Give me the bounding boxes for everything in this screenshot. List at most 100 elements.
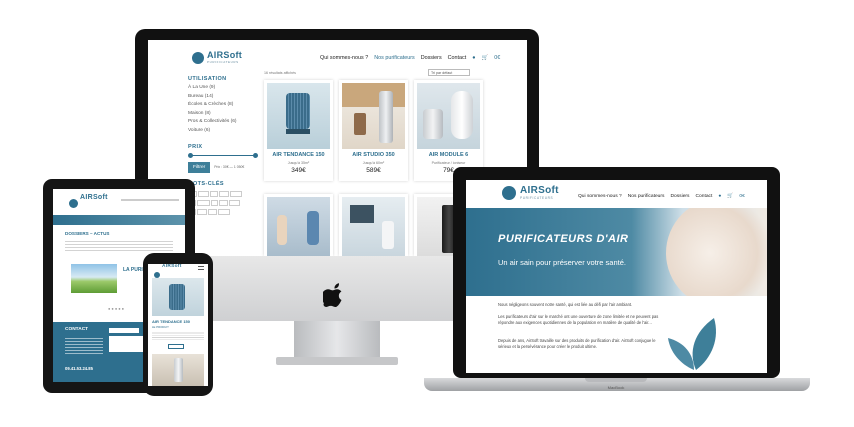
logo-mark-icon [192, 52, 204, 64]
price-slider[interactable] [188, 152, 258, 160]
nav-item-purifiers[interactable]: Nos purificateurs [374, 55, 414, 61]
product-price: 349€ [291, 167, 306, 174]
tablet-nav-line [121, 199, 179, 201]
contact-name-field[interactable] [109, 328, 139, 333]
tag-chip[interactable] [211, 199, 218, 206]
device-mockup-stage: AIRSoft PURIFICATEURS Qui sommes-nous ? N… [0, 0, 854, 427]
sidebar-item-usage[interactable]: Bureau (14) [188, 93, 258, 102]
phone-more-button[interactable] [168, 344, 184, 349]
product-image[interactable] [267, 197, 330, 256]
tag-chip[interactable] [196, 208, 207, 215]
nav-item-dossiers[interactable]: Dossiers [670, 194, 689, 199]
company-paragraph: Depuis de ans, AirSoft travaille sur des… [498, 338, 656, 349]
product-card[interactable] [339, 194, 408, 256]
product-description: Jusqu'à 60m² [362, 161, 385, 165]
price-slider-min-handle[interactable] [188, 152, 193, 158]
cart-link[interactable]: 🛒 0€ [727, 194, 745, 199]
product-image[interactable] [342, 197, 405, 256]
shop-sidebar: UTILISATION À La Une (9) Bureau (14) Éco… [188, 76, 258, 216]
logo-text: AIRSoft [162, 264, 182, 269]
product-image[interactable] [417, 83, 480, 149]
carousel-dots[interactable]: ●●●●● [108, 306, 125, 311]
cart-total: 0€ [739, 194, 745, 199]
phone-section-label: LE PRODUIT [152, 325, 169, 329]
tag-chip[interactable] [197, 199, 211, 206]
sidebar-item-usage[interactable]: Voiture (6) [188, 127, 258, 136]
imac-stand-foot [276, 357, 398, 365]
site-logo[interactable]: AIRSoft PURIFICATEURS [192, 50, 242, 69]
phone-text-block [152, 331, 204, 341]
product-card[interactable]: AIR TENDANCE 150 Jusqu'à 35m² 349€ [264, 80, 333, 181]
phone-second-image[interactable] [152, 354, 204, 386]
nav-item-purifiers[interactable]: Nos purificateurs [628, 194, 665, 199]
menu-icon[interactable] [198, 266, 204, 270]
cart-link[interactable]: 🛒 0€ [482, 55, 501, 61]
tag-chip[interactable] [218, 190, 230, 197]
logo-tagline: PURIFICATEURS [520, 196, 554, 200]
tag-chip[interactable] [218, 208, 231, 215]
cart-total: 0€ [494, 55, 501, 61]
tag-chip[interactable] [218, 199, 229, 206]
hero-banner: PURIFICATEURS D'AIR Un air sain pour pré… [466, 208, 767, 296]
hero-photo [666, 208, 767, 296]
sidebar-item-usage[interactable]: Pros & Collectivités (6) [188, 118, 258, 127]
hero-subtitle: Un air sain pour préserver votre santé. [498, 258, 626, 267]
imac-stand-neck [294, 321, 380, 359]
product-card[interactable] [264, 194, 333, 256]
product-description: Purificateur / ioniseur [431, 161, 466, 165]
contact-address [65, 336, 103, 354]
tablet-section-title: DOSSIERS – ACTUS [65, 231, 110, 236]
nav-item-contact[interactable]: Contact [696, 194, 713, 199]
laptop-notch [585, 378, 647, 382]
filter-button[interactable]: Filtrer [188, 161, 211, 173]
tag-chip[interactable] [207, 208, 218, 215]
sidebar-usage-title: UTILISATION [188, 76, 227, 82]
tag-chip[interactable] [230, 190, 243, 197]
product-card[interactable]: AIR STUDIO 350 Jusqu'à 60m² 589€ [339, 80, 408, 181]
phone-screen: AIRSoft AIR TENDANCE 150 LE PRODUIT [148, 264, 208, 386]
contact-phone[interactable]: 09.41.53.24.85 [65, 366, 93, 371]
sort-select[interactable]: Tri par défaut [428, 69, 470, 76]
tablet-article-image[interactable] [71, 264, 117, 293]
price-range-text: Prix : 30€ — 1 050€ [214, 165, 245, 170]
tablet-banner [53, 215, 185, 225]
product-image[interactable] [342, 83, 405, 149]
sidebar-item-usage[interactable]: Écoles & Crèches (8) [188, 101, 258, 110]
nav-item-contact[interactable]: Contact [448, 55, 467, 61]
product-name[interactable]: AIR TENDANCE 150 [264, 152, 333, 158]
leaf-illustration-icon [668, 318, 716, 370]
phone-product-image[interactable] [152, 278, 204, 316]
logo-text: AIRSoft [80, 194, 108, 201]
user-icon[interactable]: ● [472, 55, 475, 61]
tablet-text-block [65, 239, 173, 253]
product-description: Jusqu'à 35m² [287, 161, 310, 165]
laptop-screen: AIRSoft PURIFICATEURS Qui sommes-nous ? N… [466, 180, 767, 373]
sidebar-item-usage[interactable]: À La Une (9) [188, 84, 258, 93]
price-slider-max-handle[interactable] [253, 152, 258, 158]
intro-paragraph: Nous négligeons souvent notre santé, qui… [498, 302, 633, 307]
logo-mark-icon [69, 199, 78, 208]
nav-item-about[interactable]: Qui sommes-nous ? [578, 194, 622, 199]
site-logo[interactable]: AIRSoft [69, 194, 107, 213]
product-name[interactable]: AIR MODULE 6 [414, 152, 483, 158]
site-header: AIRSoft PURIFICATEURS Qui sommes-nous ? N… [148, 40, 527, 70]
product-card[interactable]: AIR MODULE 6 Purificateur / ioniseur 79€ [414, 80, 483, 181]
product-name[interactable]: AIR STUDIO 350 [339, 152, 408, 158]
logo-mark-icon [502, 186, 516, 200]
tag-chip[interactable] [198, 190, 210, 197]
tag-cloud [188, 189, 246, 216]
logo-tagline: PURIFICATEURS [207, 60, 239, 64]
logo-text: AIRSoft [207, 50, 243, 60]
site-logo[interactable]: AIRSoft PURIFICATEURS [502, 185, 558, 205]
result-count: 16 résultats affichés [264, 71, 296, 75]
tag-chip[interactable] [210, 190, 218, 197]
user-icon[interactable]: ● [718, 194, 721, 199]
nav-item-about[interactable]: Qui sommes-nous ? [320, 55, 368, 61]
sidebar-price-title: PRIX [188, 143, 203, 150]
tag-chip[interactable] [229, 199, 241, 206]
nav-item-dossiers[interactable]: Dossiers [421, 55, 442, 61]
product-image[interactable] [267, 83, 330, 149]
sidebar-item-usage[interactable]: Maison (8) [188, 110, 258, 119]
apple-logo-icon [323, 283, 342, 307]
product-price: 589€ [366, 167, 381, 174]
